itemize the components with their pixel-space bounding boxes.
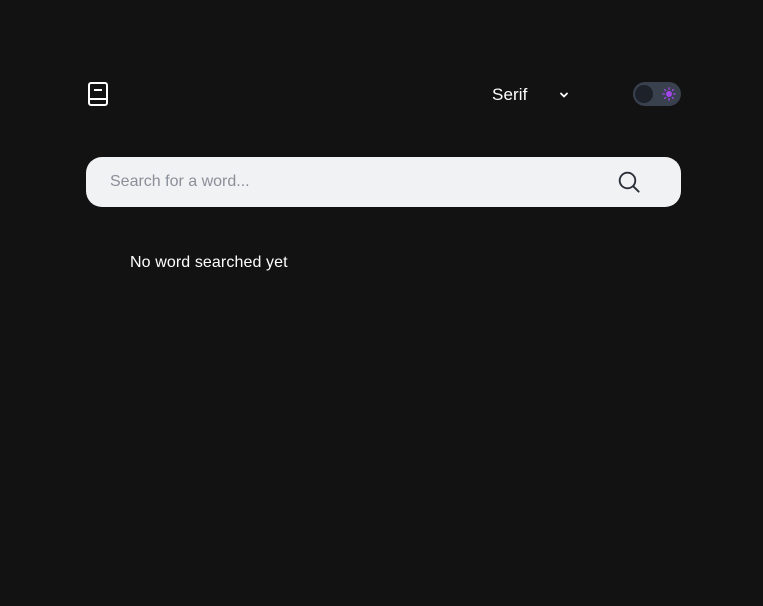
dictionary-app: Serif Search for a word... No word searc…	[0, 0, 763, 606]
book-icon[interactable]	[88, 82, 108, 106]
search-input[interactable]	[110, 157, 600, 207]
toggle-knob	[635, 85, 653, 103]
search-icon[interactable]	[618, 171, 640, 193]
font-family-select[interactable]: Serif	[492, 82, 568, 108]
search-bar	[86, 157, 681, 207]
chevron-down-icon	[560, 92, 568, 98]
empty-state-message: No word searched yet	[130, 254, 288, 271]
app-header: Serif	[86, 80, 681, 110]
font-select-value: Serif	[492, 85, 528, 104]
theme-toggle[interactable]	[633, 82, 681, 106]
sun-icon	[662, 87, 676, 101]
